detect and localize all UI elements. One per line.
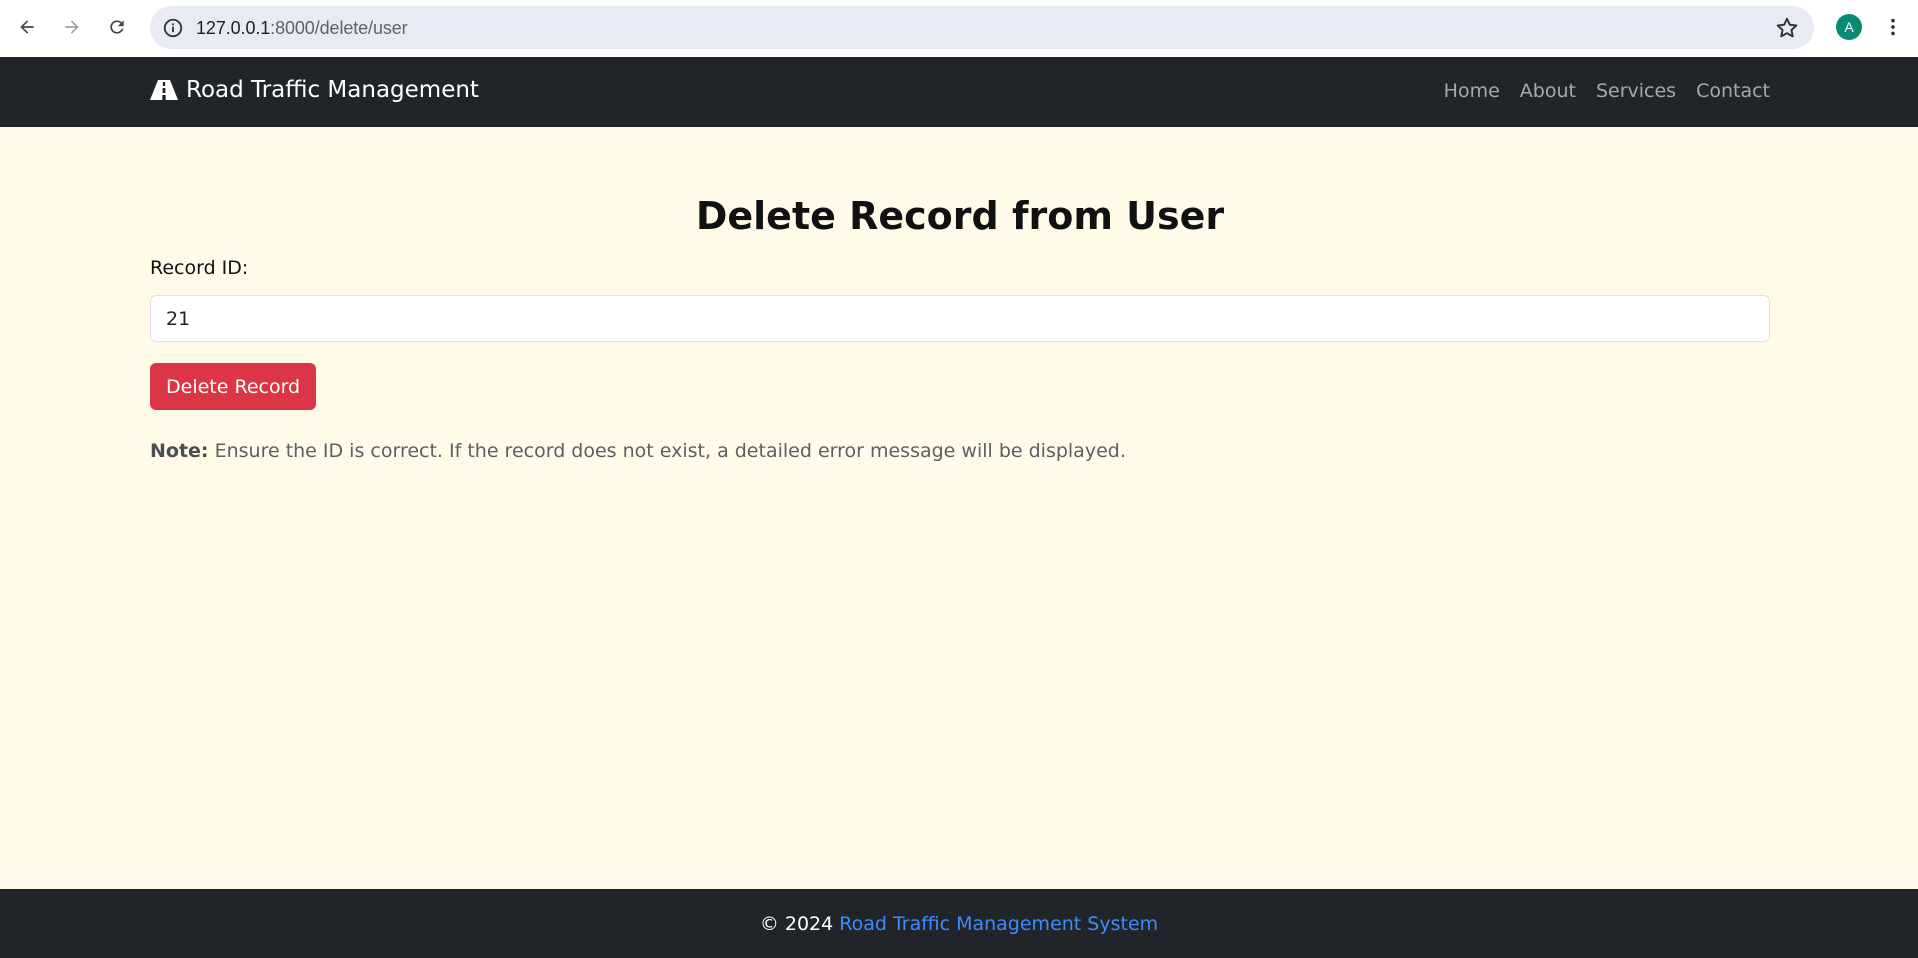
- nav-link-contact[interactable]: Contact: [1696, 80, 1770, 102]
- page-title: Delete Record from User: [695, 194, 1225, 238]
- reload-button[interactable]: [100, 10, 134, 44]
- record-id-label: Record ID:: [150, 257, 249, 279]
- footer-link[interactable]: Road Traffic Management System: [839, 913, 1158, 935]
- back-button[interactable]: [10, 10, 44, 44]
- site-info-icon[interactable]: [162, 17, 184, 39]
- reload-icon: [110, 20, 124, 34]
- forward-button[interactable]: [55, 10, 89, 44]
- profile-avatar[interactable]: A: [1836, 14, 1862, 40]
- nav-link-services[interactable]: Services: [1596, 80, 1676, 102]
- forward-arrow-icon: [65, 20, 79, 34]
- address-bar[interactable]: 127.0.0.1:8000/delete/user: [150, 6, 1814, 49]
- brand-link[interactable]: Road Traffic Management: [150, 77, 479, 103]
- note-text: Note: Ensure the ID is correct. If the r…: [150, 440, 1770, 462]
- star-icon[interactable]: [1774, 15, 1800, 41]
- browser-menu-button[interactable]: [1880, 14, 1906, 40]
- footer-copyright: © 2024: [759, 912, 834, 935]
- note-label: Note:: [150, 440, 209, 462]
- browser-toolbar: 127.0.0.1:8000/delete/user A: [0, 0, 1918, 57]
- note-body: Ensure the ID is correct. If the record …: [214, 440, 1126, 462]
- site-navbar: Road Traffic Management Home About Servi…: [0, 57, 1918, 127]
- brand-text: Road Traffic Management: [186, 77, 479, 103]
- nav-link-about[interactable]: About: [1520, 80, 1576, 102]
- road-icon: [150, 80, 178, 100]
- nav-link-home[interactable]: Home: [1444, 80, 1500, 102]
- main-content: Delete Record from User Record ID: Delet…: [150, 127, 1770, 462]
- more-vert-icon: [1891, 18, 1895, 36]
- nav-links: Home About Services Contact: [1444, 80, 1770, 102]
- url-text[interactable]: 127.0.0.1:8000/delete/user: [196, 18, 408, 39]
- site-footer: © 2024 Road Traffic Management System: [0, 889, 1918, 958]
- record-id-input[interactable]: [150, 295, 1770, 342]
- delete-record-button[interactable]: Delete Record: [150, 363, 317, 410]
- back-arrow-icon: [20, 20, 34, 34]
